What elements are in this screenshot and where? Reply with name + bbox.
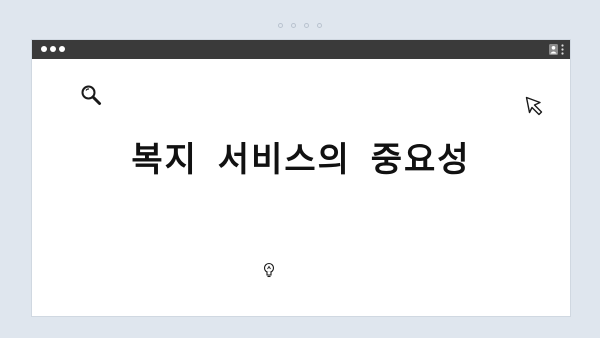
titlebar-actions — [549, 43, 564, 56]
user-icon[interactable] — [549, 44, 558, 55]
window-control-close-icon[interactable] — [41, 46, 47, 52]
page-content: 복지 서비스의 중요성 — [32, 59, 570, 316]
cursor-icon — [525, 96, 543, 116]
window-control-maximize-icon[interactable] — [59, 46, 65, 52]
page-indicator-dot — [278, 23, 283, 28]
browser-window: 복지 서비스의 중요성 — [32, 40, 570, 316]
lightbulb-icon — [263, 262, 275, 278]
window-titlebar — [32, 40, 570, 59]
page-indicator-dot — [304, 23, 309, 28]
search-icon[interactable] — [80, 84, 102, 106]
page-title: 복지 서비스의 중요성 — [131, 140, 471, 180]
kebab-menu-icon[interactable] — [561, 44, 564, 55]
page-indicator-dot — [291, 23, 296, 28]
page-indicator-dot — [317, 23, 322, 28]
page-indicator-dots — [0, 23, 600, 28]
window-control-minimize-icon[interactable] — [50, 46, 56, 52]
